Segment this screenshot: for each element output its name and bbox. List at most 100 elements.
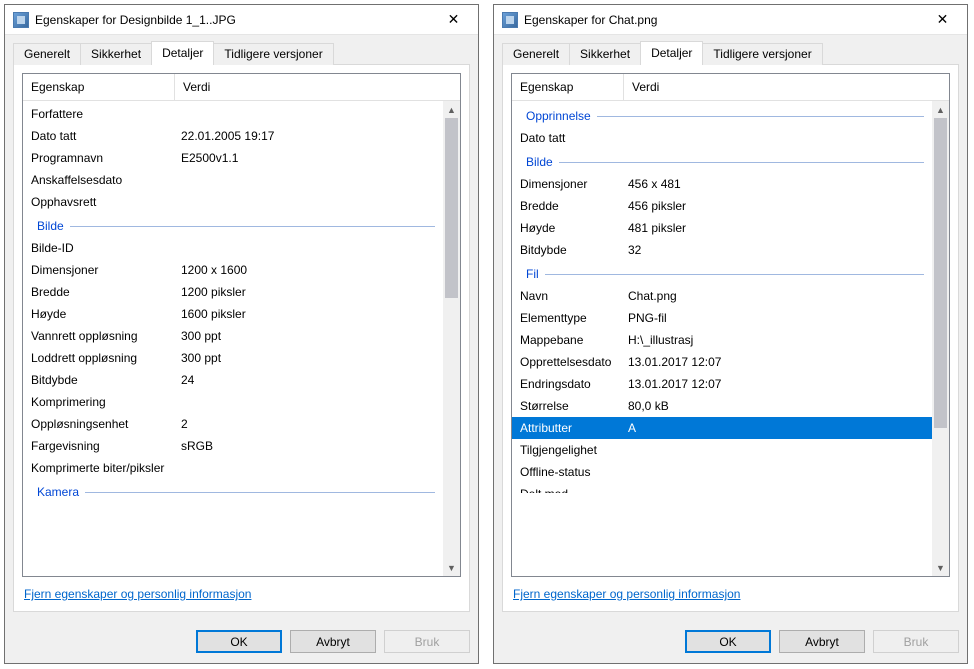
row-anskaffelsesdato[interactable]: Anskaffelsesdato [23,169,443,191]
row-hoyde[interactable]: Høyde481 piksler [512,217,932,239]
row-loddrett-opplosning[interactable]: Loddrett oppløsning300 ppt [23,347,443,369]
row-attributter[interactable]: AttributterA [512,417,932,439]
row-bredde[interactable]: Bredde1200 piksler [23,281,443,303]
dialog-body: Generelt Sikkerhet Detaljer Tidligere ve… [5,35,478,620]
row-komprimerte-biter[interactable]: Komprimerte biter/piksler [23,457,443,479]
section-divider [70,226,435,227]
button-row: OK Avbryt Bruk [494,620,967,663]
scroll-thumb[interactable] [934,118,947,428]
row-programnavn[interactable]: ProgramnavnE2500v1.1 [23,147,443,169]
scroll-down-icon[interactable]: ▼ [443,559,460,576]
row-offline-status[interactable]: Offline-status [512,461,932,483]
row-dimensjoner[interactable]: Dimensjoner456 x 481 [512,173,932,195]
ok-button[interactable]: OK [196,630,282,653]
titlebar[interactable]: Egenskaper for Designbilde 1_1..JPG ✕ [5,5,478,35]
tab-sikkerhet[interactable]: Sikkerhet [80,43,152,65]
row-navn[interactable]: NavnChat.png [512,285,932,307]
properties-dialog-1: Egenskaper for Designbilde 1_1..JPG ✕ Ge… [4,4,479,664]
row-delt-med[interactable]: Delt med [512,483,932,493]
row-endringsdato[interactable]: Endringsdato13.01.2017 12:07 [512,373,932,395]
row-mappebane[interactable]: MappebaneH:\_illustrasj [512,329,932,351]
row-bitdybde[interactable]: Bitdybde24 [23,369,443,391]
row-opplosningsenhet[interactable]: Oppløsningsenhet2 [23,413,443,435]
section-opprinnelse: Opprinnelse [512,103,932,127]
property-header: Egenskap Verdi [512,74,949,101]
dialog-body: Generelt Sikkerhet Detaljer Tidligere ve… [494,35,967,620]
property-body: Opprinnelse Dato tatt Bilde Dimensjoner4… [512,101,949,576]
row-storrelse[interactable]: Størrelse80,0 kB [512,395,932,417]
row-fargevisning[interactable]: FargevisningsRGB [23,435,443,457]
property-header: Egenskap Verdi [23,74,460,101]
vertical-scrollbar[interactable]: ▲ ▼ [932,101,949,576]
close-button[interactable]: ✕ [431,6,476,34]
tab-generelt[interactable]: Generelt [502,43,570,65]
tab-page-detaljer: Egenskap Verdi Forfattere Dato tatt22.01… [13,64,470,612]
row-elementtype[interactable]: ElementtypePNG-fil [512,307,932,329]
section-divider [559,162,924,163]
property-list: Egenskap Verdi Opprinnelse Dato tatt Bil… [511,73,950,577]
scroll-down-icon[interactable]: ▼ [932,559,949,576]
row-dato-tatt[interactable]: Dato tatt22.01.2005 19:17 [23,125,443,147]
section-divider [597,116,924,117]
remove-properties-link[interactable]: Fjern egenskaper og personlig informasjo… [513,587,740,601]
section-bilde: Bilde [512,149,932,173]
row-hoyde[interactable]: Høyde1600 piksler [23,303,443,325]
row-opprettelsesdato[interactable]: Opprettelsesdato13.01.2017 12:07 [512,351,932,373]
link-row: Fjern egenskaper og personlig informasjo… [22,577,461,603]
property-body: Forfattere Dato tatt22.01.2005 19:17 Pro… [23,101,460,576]
cancel-button[interactable]: Avbryt [290,630,376,653]
apply-button: Bruk [873,630,959,653]
scroll-up-icon[interactable]: ▲ [932,101,949,118]
row-bilde-id[interactable]: Bilde-ID [23,237,443,259]
ok-button[interactable]: OK [685,630,771,653]
row-bitdybde[interactable]: Bitdybde32 [512,239,932,261]
tab-page-detaljer: Egenskap Verdi Opprinnelse Dato tatt Bil… [502,64,959,612]
close-icon: ✕ [937,11,949,28]
tab-tidligere-versjoner[interactable]: Tidligere versjoner [702,43,822,65]
image-icon [13,12,29,28]
row-dimensjoner[interactable]: Dimensjoner1200 x 1600 [23,259,443,281]
scroll-track[interactable] [932,118,949,559]
scroll-track[interactable] [443,118,460,559]
tab-generelt[interactable]: Generelt [13,43,81,65]
cancel-button[interactable]: Avbryt [779,630,865,653]
row-opphavsrett[interactable]: Opphavsrett [23,191,443,213]
button-row: OK Avbryt Bruk [5,620,478,663]
close-button[interactable]: ✕ [920,6,965,34]
property-list: Egenskap Verdi Forfattere Dato tatt22.01… [22,73,461,577]
scroll-up-icon[interactable]: ▲ [443,101,460,118]
tab-sikkerhet[interactable]: Sikkerhet [569,43,641,65]
row-tilgjengelighet[interactable]: Tilgjengelighet [512,439,932,461]
tab-detaljer[interactable]: Detaljer [640,41,703,65]
window-title: Egenskaper for Chat.png [524,13,920,27]
header-property[interactable]: Egenskap [512,74,624,100]
properties-dialog-2: Egenskaper for Chat.png ✕ Generelt Sikke… [493,4,968,664]
header-value[interactable]: Verdi [624,74,949,100]
property-rows[interactable]: Opprinnelse Dato tatt Bilde Dimensjoner4… [512,101,932,576]
vertical-scrollbar[interactable]: ▲ ▼ [443,101,460,576]
header-value[interactable]: Verdi [175,74,460,100]
tab-bar: Generelt Sikkerhet Detaljer Tidligere ve… [13,41,470,65]
section-kamera: Kamera [23,479,443,503]
titlebar[interactable]: Egenskaper for Chat.png ✕ [494,5,967,35]
section-fil: Fil [512,261,932,285]
row-dato-tatt[interactable]: Dato tatt [512,127,932,149]
row-komprimering[interactable]: Komprimering [23,391,443,413]
row-forfattere[interactable]: Forfattere [23,103,443,125]
row-bredde[interactable]: Bredde456 piksler [512,195,932,217]
tab-bar: Generelt Sikkerhet Detaljer Tidligere ve… [502,41,959,65]
section-bilde: Bilde [23,213,443,237]
section-divider [85,492,435,493]
section-divider [545,274,924,275]
window-title: Egenskaper for Designbilde 1_1..JPG [35,13,431,27]
property-rows[interactable]: Forfattere Dato tatt22.01.2005 19:17 Pro… [23,101,443,576]
header-property[interactable]: Egenskap [23,74,175,100]
scroll-thumb[interactable] [445,118,458,298]
image-icon [502,12,518,28]
link-row: Fjern egenskaper og personlig informasjo… [511,577,950,603]
apply-button: Bruk [384,630,470,653]
row-vannrett-opplosning[interactable]: Vannrett oppløsning300 ppt [23,325,443,347]
remove-properties-link[interactable]: Fjern egenskaper og personlig informasjo… [24,587,251,601]
tab-detaljer[interactable]: Detaljer [151,41,214,65]
tab-tidligere-versjoner[interactable]: Tidligere versjoner [213,43,333,65]
